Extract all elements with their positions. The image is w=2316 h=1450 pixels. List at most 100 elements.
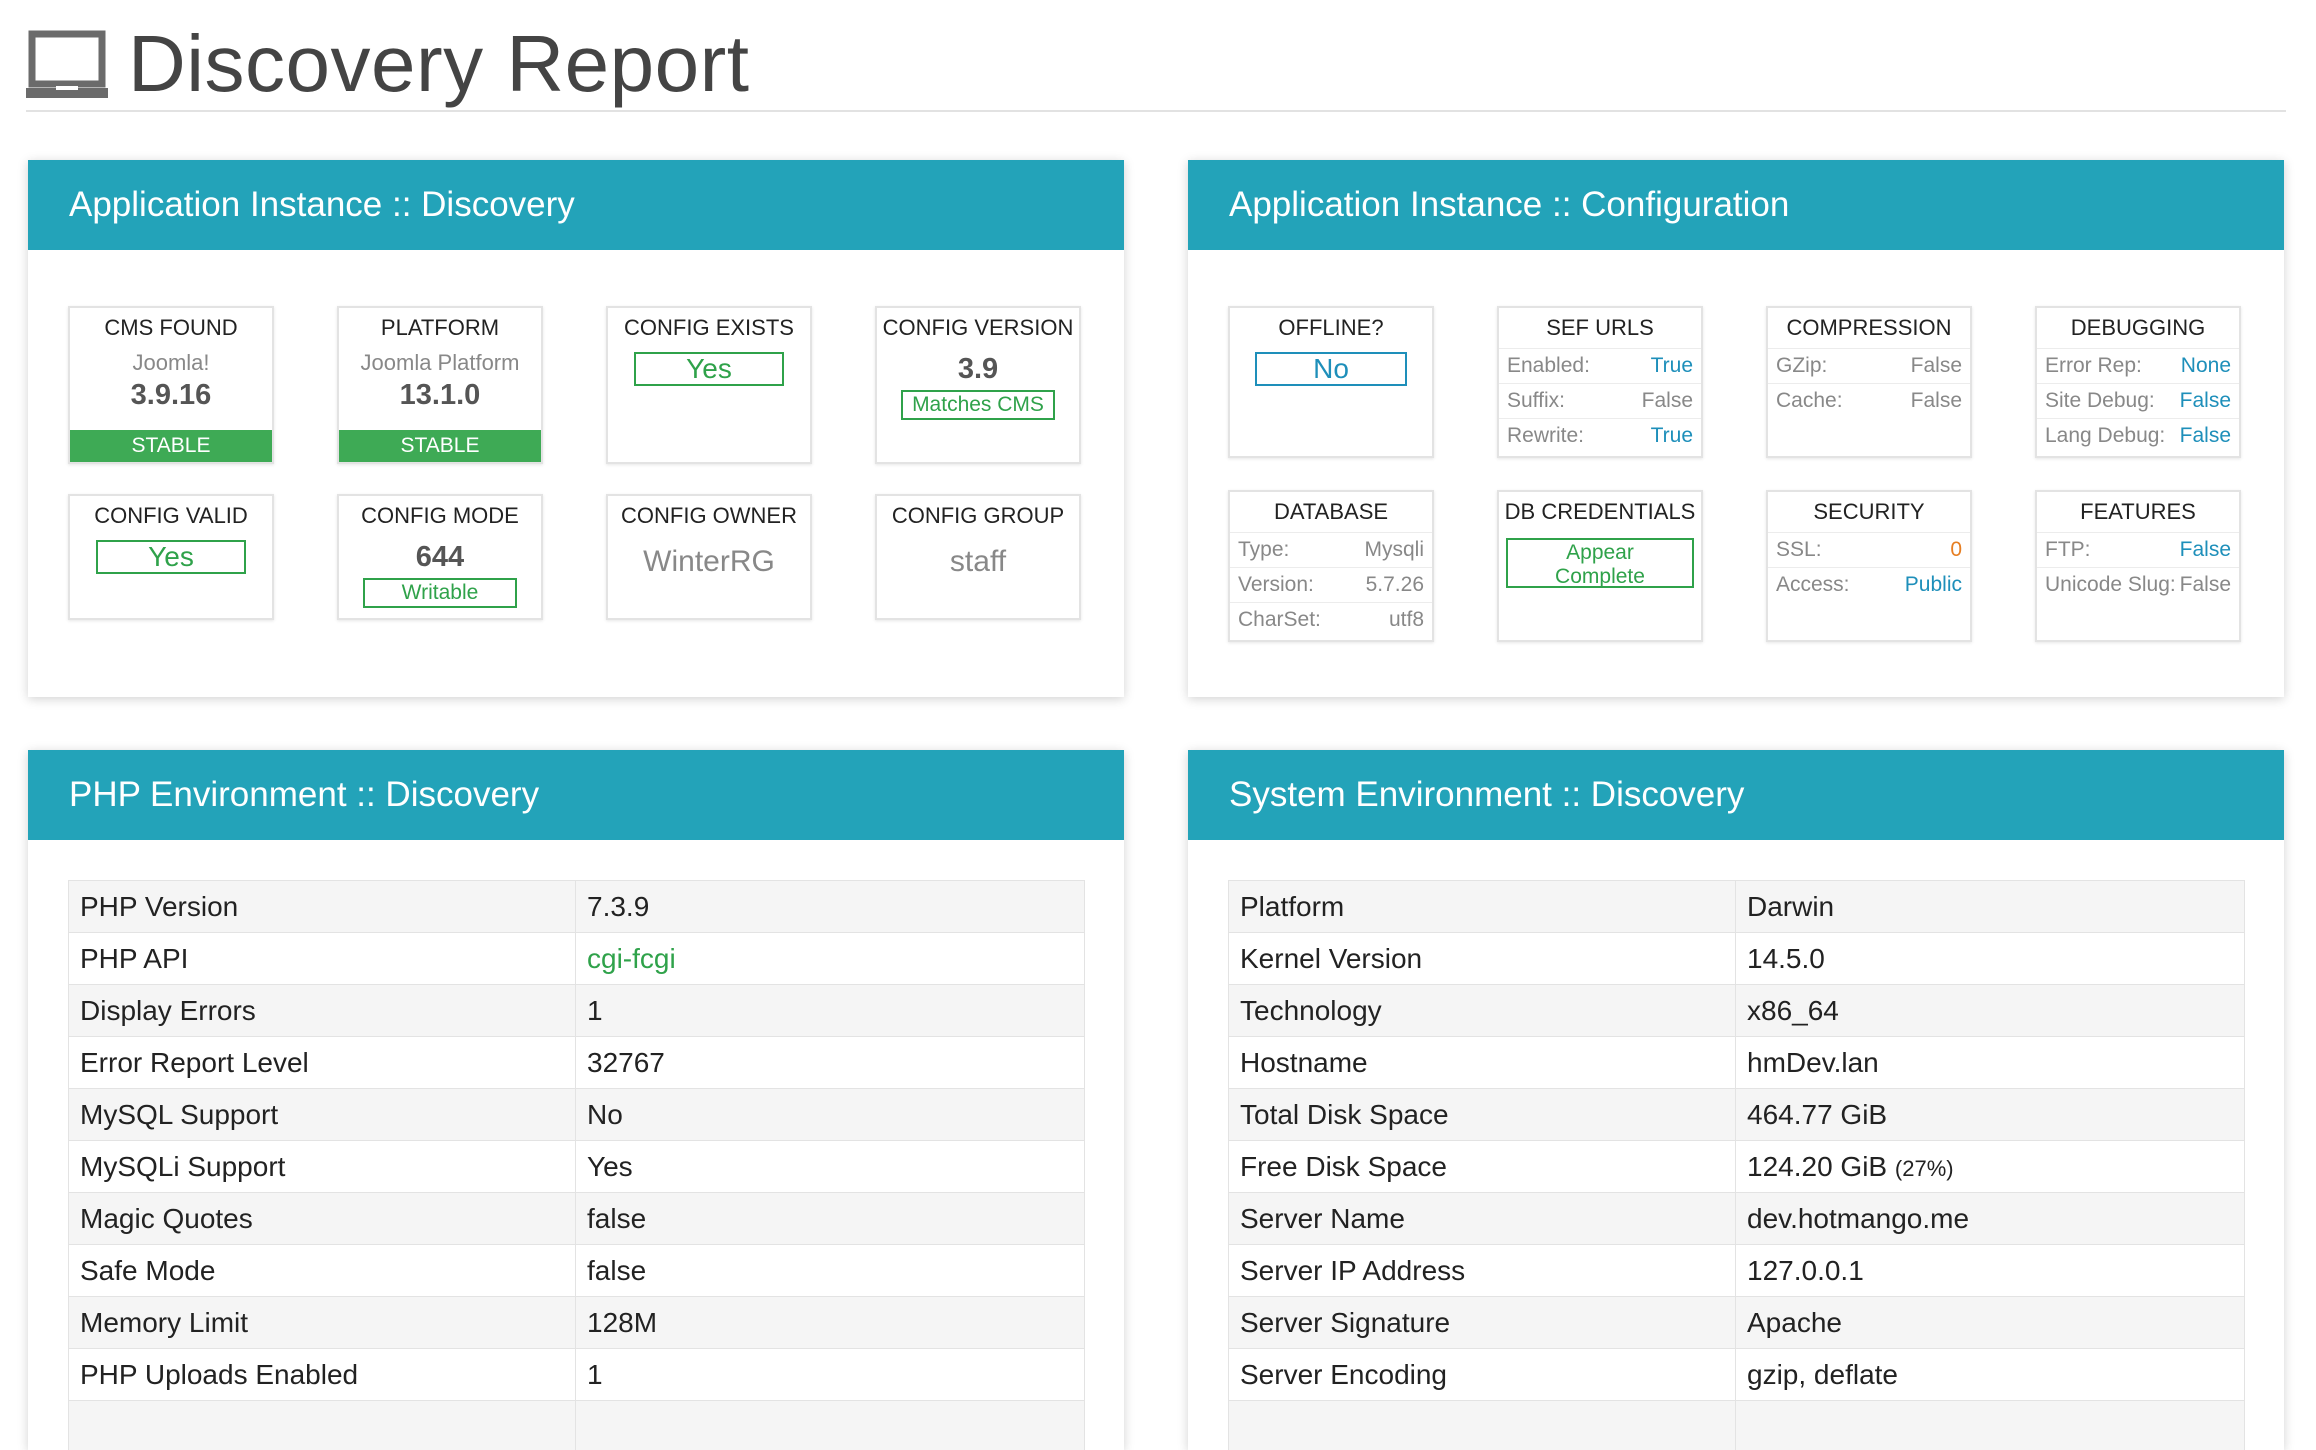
card-title: CONFIG GROUP [877, 496, 1079, 536]
kv-label: Site Debug: [2045, 384, 2155, 418]
cms-version: 3.9.16 [70, 378, 272, 412]
kv-value: False [2180, 533, 2231, 567]
row-label [1229, 1401, 1736, 1450]
table-row [1229, 1401, 2245, 1450]
card-title: CONFIG VALID [70, 496, 272, 536]
table-row: PHP Version7.3.9 [69, 881, 1085, 933]
kv-row: Type: Mysqli [1230, 532, 1432, 567]
app-discovery-panel: Application Instance :: Discovery CMS FO… [28, 160, 1124, 697]
kv-value: Public [1905, 568, 1962, 602]
debugging-card: DEBUGGING Error Rep:None Site Debug:Fals… [2035, 306, 2241, 458]
panel-header: PHP Environment :: Discovery [28, 750, 1124, 840]
table-row: Magic Quotesfalse [69, 1193, 1085, 1245]
row-label: Platform [1229, 881, 1736, 933]
row-label: Display Errors [69, 985, 576, 1037]
card-title: CMS FOUND [70, 308, 272, 348]
card-title: DB CREDENTIALS [1499, 492, 1701, 532]
table-row: Technologyx86_64 [1229, 985, 2245, 1037]
kv-row: Rewrite:True [1499, 418, 1701, 453]
row-value [1736, 1401, 2245, 1450]
security-card: SECURITY SSL:0 Access:Public [1766, 490, 1972, 642]
page-header: Discovery Report [26, 0, 2286, 112]
php-environment-panel: PHP Environment :: Discovery PHP Version… [28, 750, 1124, 1450]
platform-card: PLATFORM Joomla Platform 13.1.0 STABLE [337, 306, 543, 464]
kv-row: Access:Public [1768, 567, 1970, 602]
table-row: HostnamehmDev.lan [1229, 1037, 2245, 1089]
table-row: Server SignatureApache [1229, 1297, 2245, 1349]
version-match-badge: Matches CMS [901, 390, 1055, 420]
row-label: Total Disk Space [1229, 1089, 1736, 1141]
card-title: COMPRESSION [1768, 308, 1970, 348]
row-value: 1 [576, 1349, 1085, 1401]
row-value: 464.77 GiB [1736, 1089, 2245, 1141]
kv-row: GZip:False [1768, 348, 1970, 383]
free-disk-percent: (27%) [1895, 1156, 1954, 1181]
row-value: dev.hotmango.me [1736, 1193, 2245, 1245]
table-row: MySQLi SupportYes [69, 1141, 1085, 1193]
page-title: Discovery Report [128, 14, 750, 114]
row-value: 127.0.0.1 [1736, 1245, 2245, 1297]
row-value: No [576, 1089, 1085, 1141]
status-badge: STABLE [339, 430, 541, 462]
card-title: DATABASE [1230, 492, 1432, 532]
panel-header: Application Instance :: Configuration [1188, 160, 2284, 250]
row-value: x86_64 [1736, 985, 2245, 1037]
row-label: MySQL Support [69, 1089, 576, 1141]
kv-value: False [2180, 419, 2231, 453]
row-value: Apache [1736, 1297, 2245, 1349]
kv-value: Mysqli [1364, 533, 1424, 567]
table-row: Free Disk Space124.20 GiB (27%) [1229, 1141, 2245, 1193]
offline-card: OFFLINE? No [1228, 306, 1434, 458]
table-row: PHP APIcgi-fcgi [69, 933, 1085, 985]
config-valid-card: CONFIG VALID Yes [68, 494, 274, 620]
config-owner-value: WinterRG [608, 542, 810, 582]
config-valid-badge: Yes [96, 540, 246, 574]
features-card: FEATURES FTP: False Unicode Slug:False [2035, 490, 2241, 642]
row-value: 32767 [576, 1037, 1085, 1089]
credentials-line-2: Complete [1508, 565, 1692, 589]
credentials-line-1: Appear [1508, 541, 1692, 565]
kv-value: True [1651, 419, 1693, 453]
platform-name: Joomla Platform [339, 348, 541, 378]
row-label: Kernel Version [1229, 933, 1736, 985]
row-label: Free Disk Space [1229, 1141, 1736, 1193]
kv-label: Error Rep: [2045, 349, 2142, 383]
row-label: PHP Version [69, 881, 576, 933]
kv-label: Suffix: [1507, 384, 1565, 418]
writable-badge: Writable [363, 578, 517, 608]
kv-value: False [1911, 349, 1962, 383]
row-value: false [576, 1193, 1085, 1245]
app-configuration-panel: Application Instance :: Configuration OF… [1188, 160, 2284, 697]
kv-value: True [1651, 349, 1693, 383]
row-value: 14.5.0 [1736, 933, 2245, 985]
kv-label: FTP: [2045, 533, 2091, 567]
table-row: Server IP Address127.0.0.1 [1229, 1245, 2245, 1297]
row-label: Technology [1229, 985, 1736, 1037]
cms-found-card: CMS FOUND Joomla! 3.9.16 STABLE [68, 306, 274, 464]
offline-badge: No [1255, 352, 1407, 386]
kv-value: False [1642, 384, 1693, 418]
kv-row: Unicode Slug:False [2037, 567, 2239, 602]
kv-label: Type: [1238, 533, 1289, 567]
kv-row: CharSet:utf8 [1230, 602, 1432, 637]
table-row: Safe Modefalse [69, 1245, 1085, 1297]
kv-row: Version:5.7.26 [1230, 567, 1432, 602]
card-title: PLATFORM [339, 308, 541, 348]
row-label: Safe Mode [69, 1245, 576, 1297]
card-title: CONFIG OWNER [608, 496, 810, 536]
table-row: PlatformDarwin [1229, 881, 2245, 933]
kv-label: Cache: [1776, 384, 1843, 418]
laptop-icon [26, 30, 108, 102]
row-label: PHP Uploads Enabled [69, 1349, 576, 1401]
db-credentials-card: DB CREDENTIALS Appear Complete [1497, 490, 1703, 642]
row-value: cgi-fcgi [576, 933, 1085, 985]
table-row: Error Report Level32767 [69, 1037, 1085, 1089]
config-group-card: CONFIG GROUP staff [875, 494, 1081, 620]
card-title: CONFIG MODE [339, 496, 541, 536]
table-row [69, 1401, 1085, 1450]
table-row: Server Namedev.hotmango.me [1229, 1193, 2245, 1245]
card-title: FEATURES [2037, 492, 2239, 532]
card-title: DEBUGGING [2037, 308, 2239, 348]
config-version-value: 3.9 [877, 352, 1079, 386]
row-value: gzip, deflate [1736, 1349, 2245, 1401]
